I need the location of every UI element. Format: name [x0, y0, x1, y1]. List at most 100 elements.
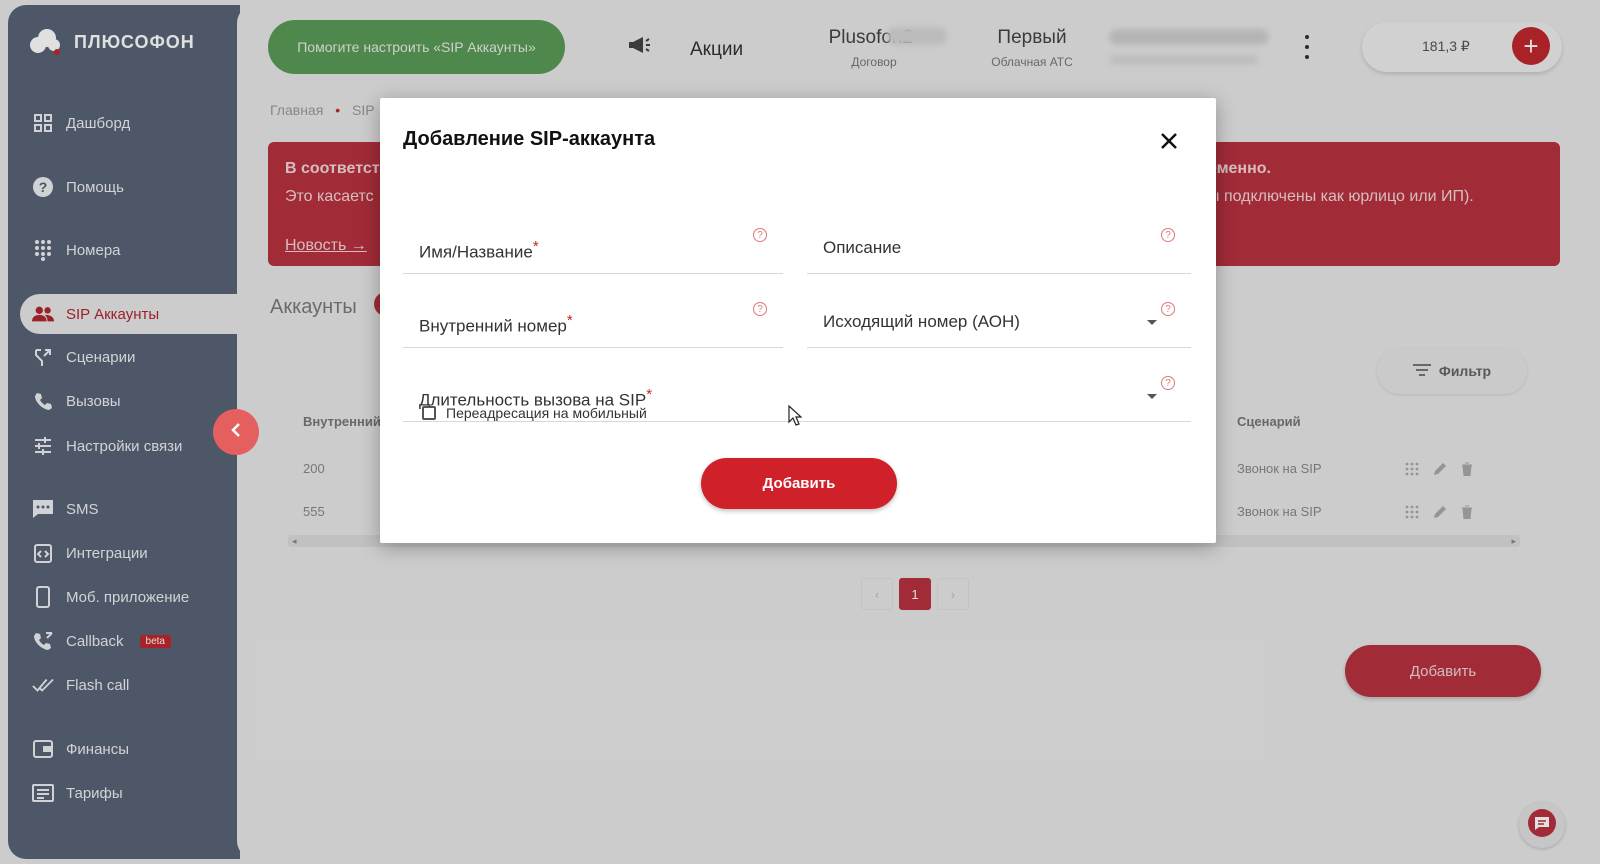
- delete-icon[interactable]: [1461, 462, 1473, 481]
- sidebar-item-scenarios[interactable]: Сценарии: [20, 337, 240, 377]
- logo[interactable]: ПЛЮСОФОН: [28, 27, 195, 57]
- sidebar-item-callback[interactable]: Callback beta: [20, 621, 240, 661]
- help-icon[interactable]: ?: [1161, 302, 1175, 316]
- pagination-prev[interactable]: ‹: [861, 578, 893, 610]
- close-icon[interactable]: [1158, 130, 1180, 152]
- banner-line1-left: В соответст: [285, 160, 380, 177]
- balance-widget[interactable]: 181,3 ₽ +: [1362, 22, 1562, 72]
- pbx-name[interactable]: Первый: [982, 27, 1082, 49]
- sliders-icon: [32, 435, 54, 457]
- sidebar-item-label: Интеграции: [66, 544, 148, 562]
- phone-icon: [32, 390, 54, 412]
- dialpad-icon[interactable]: [1405, 505, 1419, 524]
- pbx-sub: Облачная АТС: [991, 55, 1073, 69]
- sidebar: ПЛЮСОФОН Дашборд ? Помощь Номера SIP Акк…: [8, 5, 240, 859]
- chevron-left-icon: [230, 422, 242, 442]
- sidebar-item-integrations[interactable]: Интеграции: [20, 533, 240, 573]
- chevron-down-icon: [1147, 394, 1157, 399]
- mobile-icon: [32, 586, 54, 608]
- sidebar-item-label: Финансы: [66, 740, 129, 758]
- sidebar-item-connection-settings[interactable]: Настройки связи: [20, 426, 240, 466]
- scroll-left-icon[interactable]: ◂: [292, 535, 297, 547]
- row-actions: [1405, 462, 1473, 481]
- help-icon[interactable]: ?: [1161, 376, 1175, 390]
- sidebar-item-sip-accounts[interactable]: SIP Аккаунты: [20, 294, 240, 334]
- wallet-icon: [32, 738, 54, 760]
- pagination-page[interactable]: 1: [899, 578, 931, 610]
- table-row-scenario: Звонок на SIP: [1237, 461, 1322, 476]
- sidebar-item-label: Flash call: [66, 676, 130, 694]
- topbar: Помогите настроить «SIP Аккаунты» Акции …: [237, 5, 1592, 91]
- sidebar-item-label: SIP Аккаунты: [66, 305, 160, 323]
- sidebar-item-tariffs[interactable]: Тарифы: [20, 773, 240, 813]
- add-sip-account-dialog: Добавление SIP-аккаунта Имя/Название* ? …: [380, 98, 1216, 543]
- dialpad-icon[interactable]: [1405, 462, 1419, 481]
- description-label: Описание: [823, 238, 902, 257]
- svg-text:?: ?: [39, 179, 48, 195]
- table-row-internal: 555: [303, 504, 325, 519]
- brand-name: ПЛЮСОФОН: [74, 31, 195, 52]
- breadcrumb: Главная • SIP: [270, 102, 375, 118]
- name-field[interactable]: Имя/Название* ?: [403, 210, 783, 274]
- sidebar-item-help[interactable]: ? Помощь: [20, 167, 240, 207]
- sidebar-item-label: Вызовы: [66, 392, 121, 410]
- submit-add-button[interactable]: Добавить: [701, 458, 897, 509]
- filter-label: Фильтр: [1438, 363, 1492, 379]
- outgoing-number-select[interactable]: Исходящий номер (АОН) ?: [807, 284, 1191, 348]
- help-icon[interactable]: ?: [753, 228, 767, 242]
- chat-button[interactable]: [1519, 802, 1565, 848]
- delete-icon[interactable]: [1461, 505, 1473, 524]
- pagination-next[interactable]: ›: [937, 578, 969, 610]
- banner-line1-right: еменно.: [1208, 160, 1271, 177]
- sidebar-item-numbers[interactable]: Номера: [20, 230, 240, 270]
- add-account-button[interactable]: Добавить: [1345, 645, 1541, 697]
- balance-value: 181,3 ₽: [1422, 38, 1470, 54]
- name-label: Имя/Название*: [419, 238, 539, 262]
- top-up-button[interactable]: +: [1512, 27, 1550, 65]
- chevron-down-icon: [1147, 320, 1157, 325]
- column-header-internal[interactable]: Внутренний: [303, 414, 381, 429]
- integration-icon: [32, 542, 54, 564]
- column-header-scenario[interactable]: Сценарий: [1237, 414, 1301, 429]
- edit-icon[interactable]: [1433, 505, 1447, 524]
- sms-icon: [32, 498, 54, 520]
- dialog-title: Добавление SIP-аккаунта: [403, 128, 656, 150]
- sidebar-item-flash-call[interactable]: Flash call: [20, 665, 240, 705]
- route-icon: [32, 346, 54, 368]
- people-icon: [32, 303, 54, 325]
- more-menu-icon[interactable]: [1302, 35, 1312, 59]
- breadcrumb-separator: •: [335, 102, 341, 118]
- help-icon[interactable]: ?: [1161, 228, 1175, 242]
- megaphone-icon[interactable]: [627, 35, 651, 60]
- setup-help-button[interactable]: Помогите настроить «SIP Аккаунты»: [268, 20, 565, 74]
- filter-icon: [1412, 363, 1431, 379]
- help-icon[interactable]: ?: [753, 302, 767, 316]
- sidebar-item-label: SMS: [66, 500, 99, 518]
- collapse-sidebar-button[interactable]: [213, 409, 259, 455]
- forward-to-mobile-option[interactable]: Переадресация на мобильный: [422, 405, 647, 421]
- sidebar-item-label: Моб. приложение: [66, 588, 190, 606]
- outgoing-number-label: Исходящий номер (АОН): [823, 312, 1020, 331]
- description-field[interactable]: Описание ?: [807, 210, 1191, 274]
- callback-icon: [32, 630, 54, 652]
- sidebar-item-sms[interactable]: SMS: [20, 489, 240, 529]
- sidebar-item-label: Настройки связи: [66, 437, 183, 455]
- banner-line2-left: Это касаетс: [285, 188, 374, 205]
- sidebar-item-mobile-app[interactable]: Моб. приложение: [20, 577, 240, 617]
- banner-news-link[interactable]: Новость →: [285, 237, 367, 255]
- filter-button[interactable]: Фильтр: [1377, 348, 1527, 394]
- promo-link[interactable]: Акции: [690, 39, 743, 61]
- sidebar-item-label: Тарифы: [66, 784, 123, 802]
- logo-cloud-icon: [28, 27, 66, 57]
- edit-icon[interactable]: [1433, 462, 1447, 481]
- sidebar-item-calls[interactable]: Вызовы: [20, 381, 240, 421]
- sidebar-item-dashboard[interactable]: Дашборд: [20, 103, 240, 143]
- sidebar-item-label: Номера: [66, 241, 121, 259]
- help-icon: ?: [32, 176, 54, 198]
- sidebar-item-finance[interactable]: Финансы: [20, 729, 240, 769]
- scroll-right-icon[interactable]: ▸: [1511, 535, 1516, 547]
- breadcrumb-home[interactable]: Главная: [270, 102, 323, 118]
- breadcrumb-current: SIP: [351, 102, 375, 118]
- forward-to-mobile-checkbox[interactable]: [422, 406, 436, 420]
- internal-number-field[interactable]: Внутренний номер* ?: [403, 284, 783, 348]
